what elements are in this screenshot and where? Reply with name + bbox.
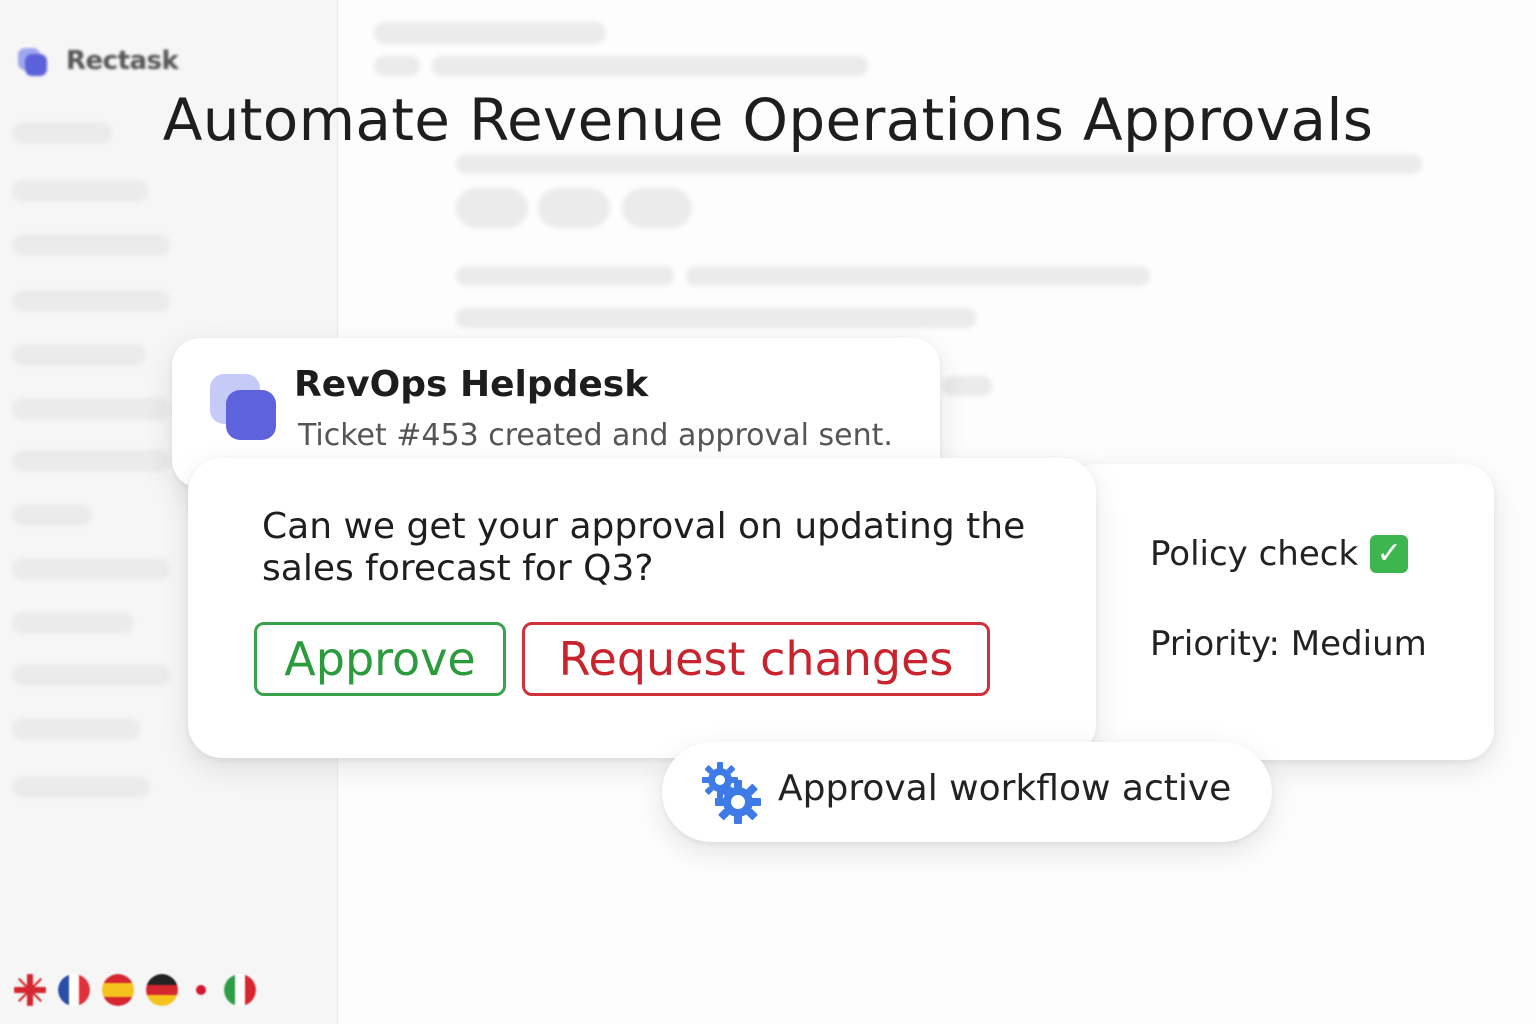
content-placeholder xyxy=(374,22,606,44)
page-title: Automate Revenue Operations Approvals xyxy=(162,86,1374,154)
es-flag-icon[interactable] xyxy=(102,974,134,1006)
chip-placeholder[interactable] xyxy=(538,188,610,228)
sidebar-item-placeholder[interactable] xyxy=(12,344,146,366)
chip-placeholder[interactable] xyxy=(456,188,528,228)
status-card: Policy check ✓ Priority: Medium xyxy=(1066,464,1494,760)
brand[interactable]: Rectask xyxy=(16,44,179,78)
helpdesk-logo-icon xyxy=(208,372,280,444)
sidebar-item-placeholder[interactable] xyxy=(12,718,140,740)
check-mark-icon: ✓ xyxy=(1370,535,1409,573)
sidebar-item-placeholder[interactable] xyxy=(12,664,170,686)
content-placeholder xyxy=(456,308,976,328)
sidebar-item-placeholder[interactable] xyxy=(12,234,170,256)
sidebar-item-placeholder[interactable] xyxy=(12,180,148,202)
policy-check-label: Policy check xyxy=(1150,534,1359,574)
uk-flag-icon[interactable] xyxy=(14,974,46,1006)
app-logo-icon xyxy=(16,44,50,78)
content-placeholder xyxy=(456,154,1422,174)
page: Rectask Automate Revenue Operations Appr… xyxy=(0,0,1536,1024)
sidebar-item-placeholder[interactable] xyxy=(12,450,170,472)
it-flag-icon[interactable] xyxy=(224,974,256,1006)
content-placeholder xyxy=(686,266,1150,286)
sidebar-item-placeholder[interactable] xyxy=(12,558,170,580)
content-placeholder xyxy=(942,376,992,396)
policy-check-row: Policy check ✓ xyxy=(1150,534,1409,574)
gears-icon xyxy=(702,762,761,824)
sidebar-item-placeholder[interactable] xyxy=(12,504,92,526)
fr-flag-icon[interactable] xyxy=(58,974,90,1006)
workflow-status-pill[interactable]: Approval workflow active xyxy=(662,742,1272,842)
sidebar-item-placeholder[interactable] xyxy=(12,290,170,312)
workflow-status-label: Approval workflow active xyxy=(778,768,1232,809)
content-placeholder xyxy=(374,56,420,76)
language-switcher[interactable] xyxy=(14,974,256,1006)
priority-label: Priority: Medium xyxy=(1150,624,1427,664)
sidebar-item-placeholder[interactable] xyxy=(12,612,134,634)
content-placeholder xyxy=(432,56,868,76)
de-flag-icon[interactable] xyxy=(146,974,178,1006)
chip-placeholder[interactable] xyxy=(622,188,692,228)
sidebar-item-placeholder[interactable] xyxy=(12,776,150,798)
content-placeholder xyxy=(456,266,674,286)
request-changes-button[interactable]: Request changes xyxy=(522,622,990,696)
helpdesk-subtitle: Ticket #453 created and approval sent. xyxy=(298,418,893,453)
sidebar-item-placeholder[interactable] xyxy=(12,398,170,420)
jp-flag-icon[interactable] xyxy=(196,985,206,995)
app-name: Rectask xyxy=(66,46,179,76)
helpdesk-title: RevOps Helpdesk xyxy=(294,364,649,405)
approve-button[interactable]: Approve xyxy=(254,622,506,696)
approval-question: Can we get your approval on updating the… xyxy=(262,506,1026,589)
approval-card: Can we get your approval on updating the… xyxy=(188,458,1096,758)
